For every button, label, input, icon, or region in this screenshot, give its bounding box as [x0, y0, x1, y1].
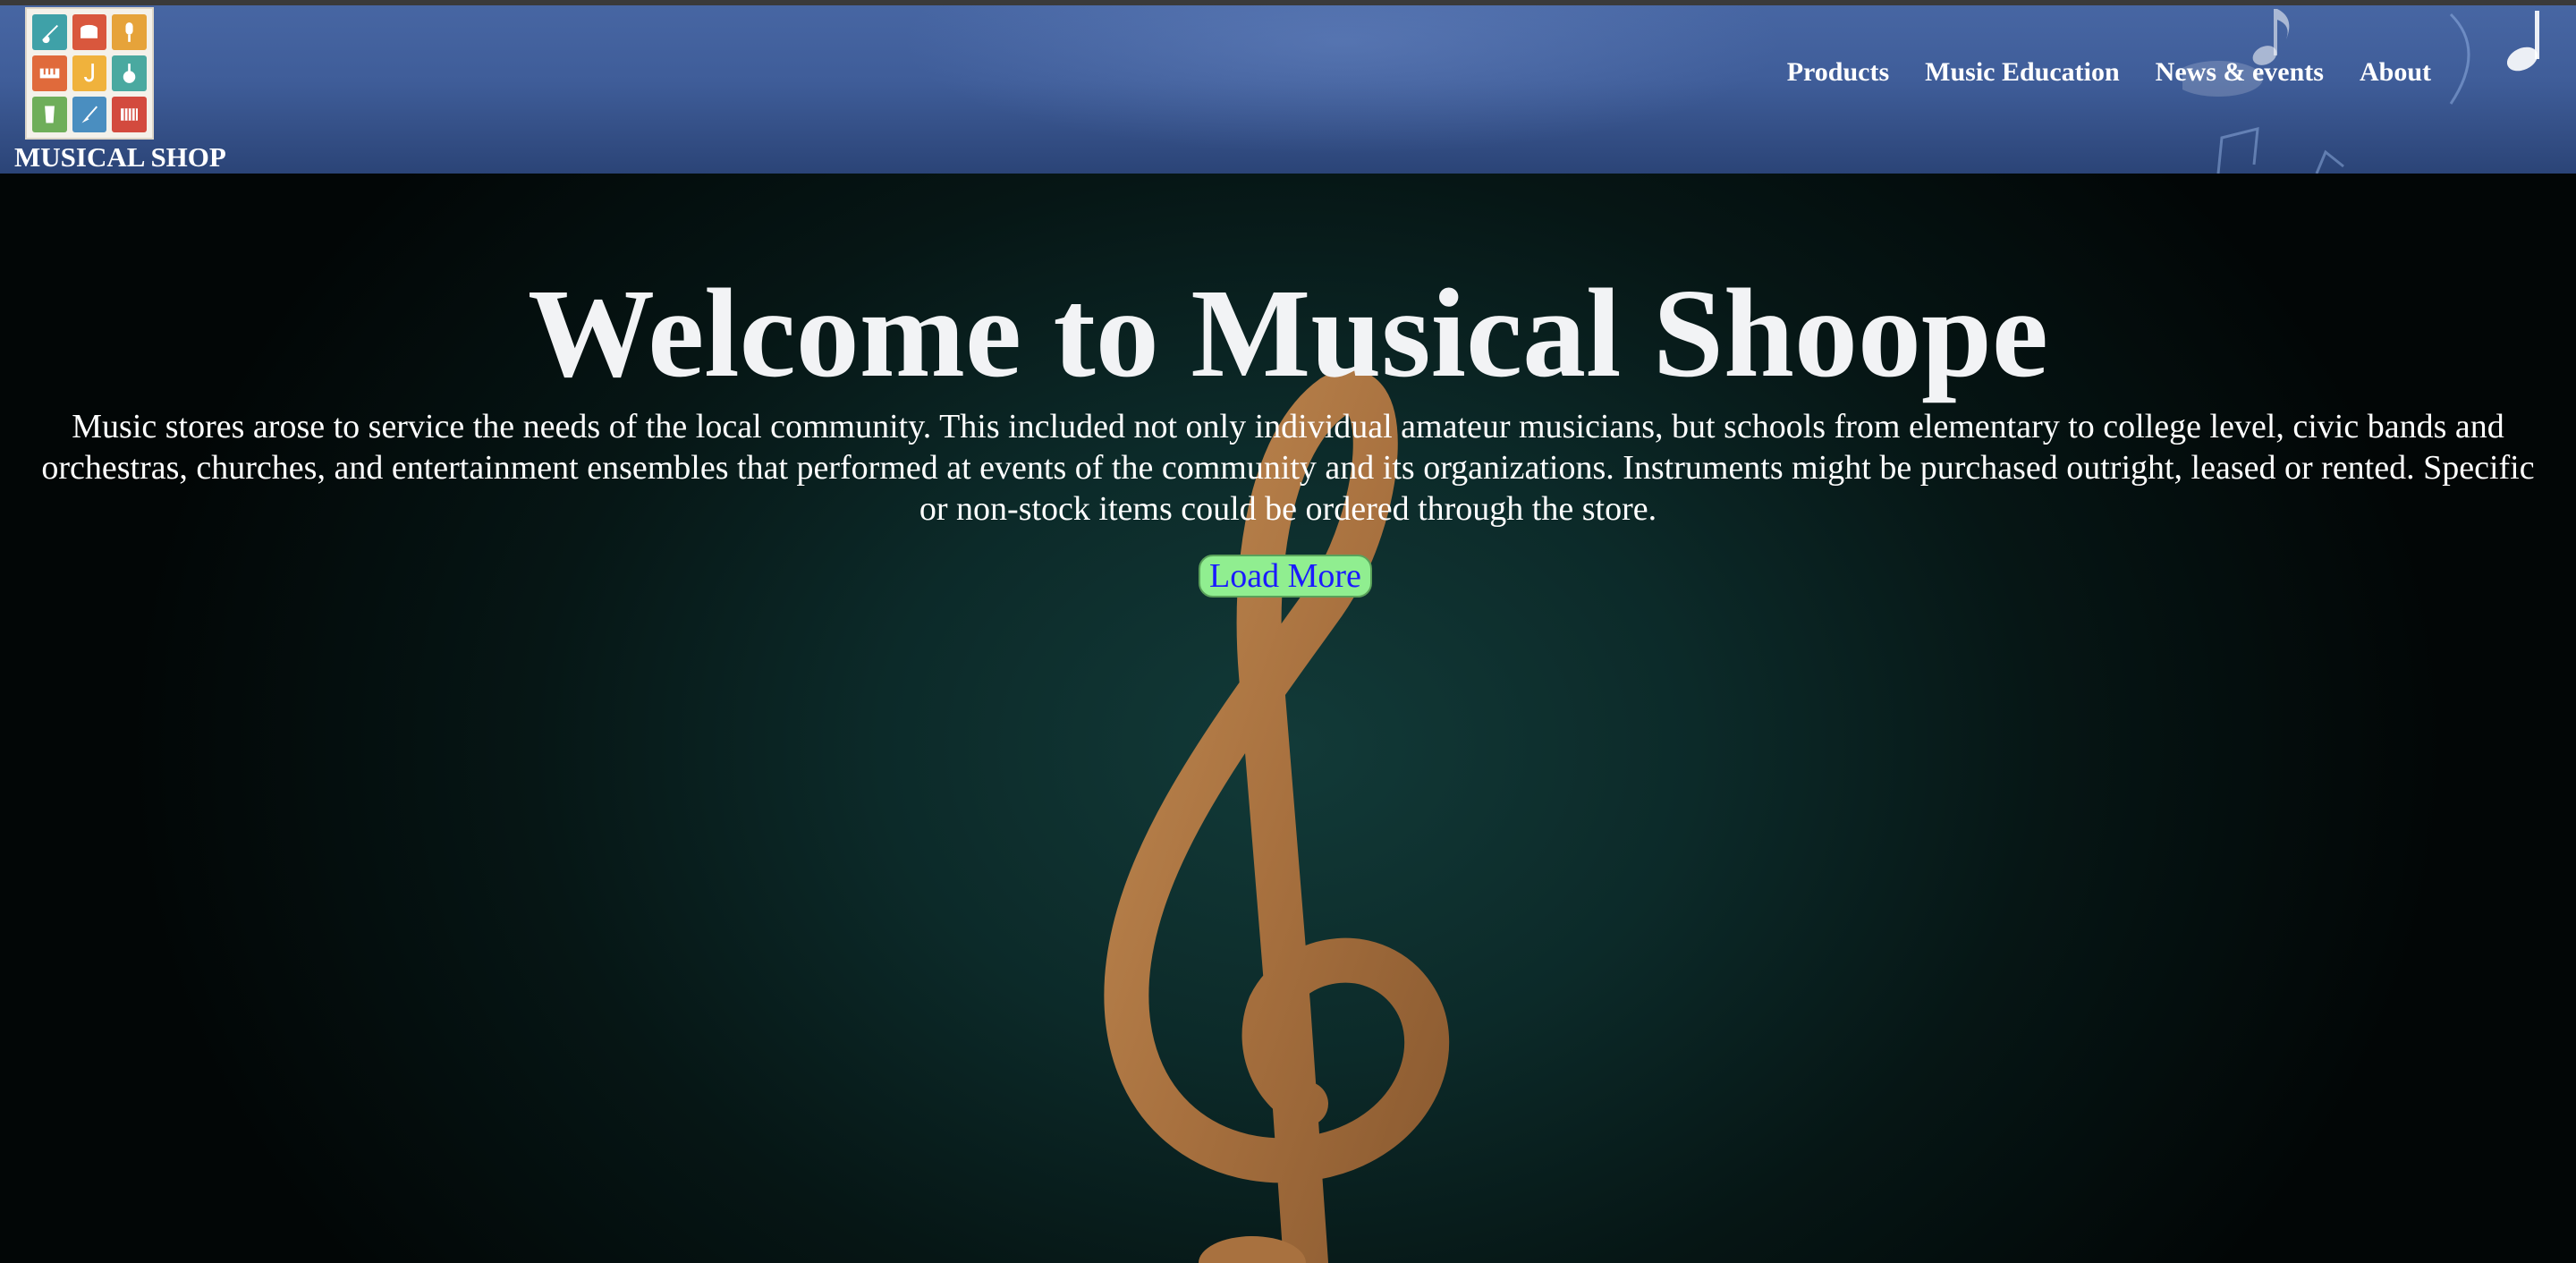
logo[interactable] [25, 7, 154, 140]
brand-name: MUSICAL SHOP [14, 141, 226, 173]
hero-section: Welcome to Musical Shoope Music stores a… [0, 174, 2576, 1263]
nav-products[interactable]: Products [1787, 57, 1889, 88]
nav-about[interactable]: About [2360, 57, 2431, 88]
saxophone-icon [72, 55, 107, 91]
keyboard-icon [32, 55, 67, 91]
drum-icon [72, 14, 107, 50]
hero-description: Music stores arose to service the needs … [41, 408, 2535, 528]
site-header: MUSICAL SHOP Products Music Education Ne… [0, 5, 2576, 174]
banjo-icon [112, 55, 147, 91]
hero-title: Welcome to Musical Shoope [528, 262, 2048, 403]
page: MUSICAL SHOP Products Music Education Ne… [0, 0, 2576, 1263]
conga-icon [32, 97, 67, 132]
microphone-icon [112, 14, 147, 50]
load-more-button[interactable]: Load More [1199, 555, 1372, 598]
guitar-icon [32, 14, 67, 50]
nav-music-education[interactable]: Music Education [1925, 57, 2120, 88]
music-notes-icon [2182, 9, 2539, 174]
nav-news-events[interactable]: News & events [2156, 57, 2324, 88]
electric-guitar-icon [72, 97, 107, 132]
main-nav: Products Music Education News & events A… [1787, 57, 2431, 88]
accordion-icon [112, 97, 147, 132]
